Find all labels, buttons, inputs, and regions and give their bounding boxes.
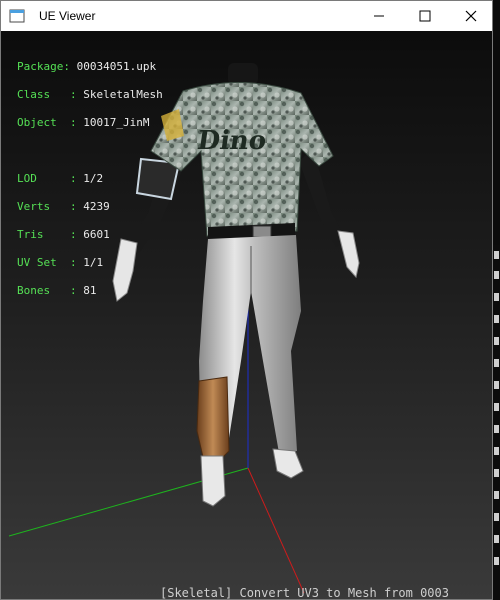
axis-x-line xyxy=(247,467,305,594)
info-row-uvset: UV Set : 1/1 xyxy=(17,256,104,269)
minimize-button[interactable] xyxy=(356,1,402,31)
info-row-verts: Verts : 4239 xyxy=(17,200,110,213)
background-console-window[interactable] xyxy=(493,245,500,600)
info-row-class: Class : SkeletalMesh xyxy=(17,88,163,101)
window-title: UE Viewer xyxy=(39,9,96,23)
info-row-package: Package: 00034051.upk xyxy=(17,60,157,73)
app-icon xyxy=(9,9,25,23)
info-row-lod: LOD : 1/2 xyxy=(17,172,104,185)
3d-viewport[interactable]: Dino Package: 00034051.upk Class : Skele… xyxy=(1,31,492,599)
info-row-bones: Bones : 81 xyxy=(17,284,97,297)
jersey-text: Dino xyxy=(195,125,268,156)
mesh-info-overlay: Package: 00034051.upk Class : SkeletalMe… xyxy=(17,46,163,326)
ue-viewer-window: UE Viewer Dino Package: 00034051.upk Cla… xyxy=(0,0,493,600)
title-bar[interactable]: UE Viewer xyxy=(1,1,492,31)
console-text-fragments xyxy=(494,251,499,565)
close-button[interactable] xyxy=(448,1,492,31)
maximize-button[interactable] xyxy=(402,1,448,31)
minimize-icon xyxy=(374,15,384,17)
close-icon xyxy=(465,10,477,22)
maximize-icon xyxy=(419,10,431,22)
info-row-object: Object : 10017_JinM xyxy=(17,116,150,129)
console-bottom-line: [Skeletal] Convert UV3 to Mesh from 0003 xyxy=(160,586,449,600)
info-row-tris: Tris : 6601 xyxy=(17,228,110,241)
